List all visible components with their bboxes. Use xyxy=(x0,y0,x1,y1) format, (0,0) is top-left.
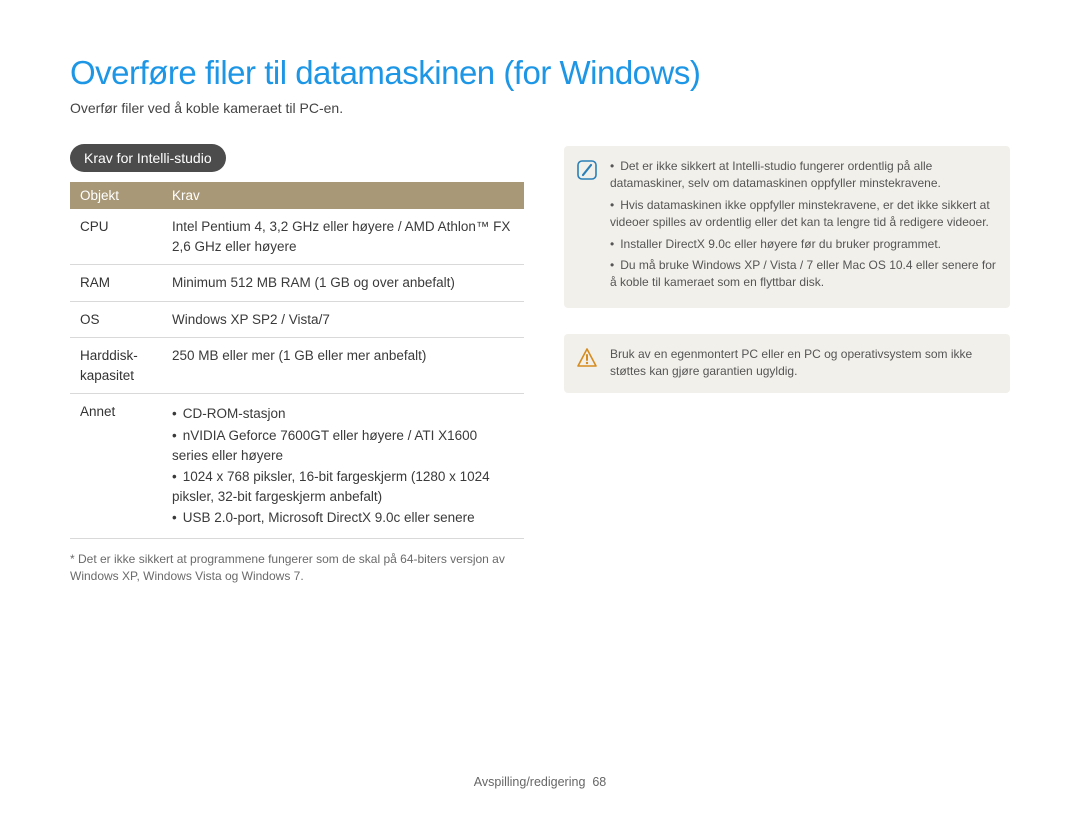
list-item: Det er ikke sikkert at Intelli-studio fu… xyxy=(610,158,996,193)
list-item: Hvis datamaskinen ikke oppfyller minstek… xyxy=(610,197,996,232)
cell-krav: Intel Pentium 4, 3,2 GHz eller høyere / … xyxy=(162,209,524,265)
right-column: Det er ikke sikkert at Intelli-studio fu… xyxy=(564,144,1010,584)
list-item: USB 2.0-port, Microsoft DirectX 9.0c ell… xyxy=(172,508,514,528)
content-columns: Krav for Intelli-studio Objekt Krav CPU … xyxy=(70,144,1010,584)
th-objekt: Objekt xyxy=(70,182,162,209)
footer-page-number: 68 xyxy=(592,775,606,789)
requirements-table: Objekt Krav CPU Intel Pentium 4, 3,2 GHz… xyxy=(70,182,524,539)
table-row: Harddisk-kapasitet 250 MB eller mer (1 G… xyxy=(70,338,524,394)
page-subtitle: Overfør filer ved å koble kameraet til P… xyxy=(70,100,1010,116)
info-icon xyxy=(576,159,598,181)
list-item: nVIDIA Geforce 7600GT eller høyere / ATI… xyxy=(172,426,514,465)
cell-krav: Minimum 512 MB RAM (1 GB og over anbefal… xyxy=(162,265,524,302)
cell-krav: Windows XP SP2 / Vista/7 xyxy=(162,301,524,338)
table-row: RAM Minimum 512 MB RAM (1 GB og over anb… xyxy=(70,265,524,302)
info-note-list: Det er ikke sikkert at Intelli-studio fu… xyxy=(610,158,996,296)
cell-objekt: OS xyxy=(70,301,162,338)
cell-objekt: CPU xyxy=(70,209,162,265)
footer-section: Avspilling/redigering xyxy=(474,775,586,789)
cell-krav: 250 MB eller mer (1 GB eller mer anbefal… xyxy=(162,338,524,394)
list-item: 1024 x 768 piksler, 16-bit fargeskjerm (… xyxy=(172,467,514,506)
page-title: Overføre filer til datamaskinen (for Win… xyxy=(70,54,1010,92)
table-row: OS Windows XP SP2 / Vista/7 xyxy=(70,301,524,338)
footnote: * Det er ikke sikkert at programmene fun… xyxy=(70,551,524,585)
info-note: Det er ikke sikkert at Intelli-studio fu… xyxy=(564,146,1010,308)
table-row: CPU Intel Pentium 4, 3,2 GHz eller høyer… xyxy=(70,209,524,265)
list-item: Du må bruke Windows XP / Vista / 7 eller… xyxy=(610,257,996,292)
warning-text: Bruk av en egenmontert PC eller en PC og… xyxy=(610,346,996,381)
th-krav: Krav xyxy=(162,182,524,209)
cell-objekt: RAM xyxy=(70,265,162,302)
cell-krav: CD-ROM-stasjon nVIDIA Geforce 7600GT ell… xyxy=(162,394,524,538)
section-heading: Krav for Intelli-studio xyxy=(70,144,226,172)
table-row: Annet CD-ROM-stasjon nVIDIA Geforce 7600… xyxy=(70,394,524,538)
list-item: Installer DirectX 9.0c eller høyere før … xyxy=(610,236,996,253)
left-column: Krav for Intelli-studio Objekt Krav CPU … xyxy=(70,144,524,584)
cell-objekt: Annet xyxy=(70,394,162,538)
warning-note: Bruk av en egenmontert PC eller en PC og… xyxy=(564,334,1010,393)
list-item: CD-ROM-stasjon xyxy=(172,404,514,424)
page-footer: Avspilling/redigering 68 xyxy=(0,775,1080,789)
warning-icon xyxy=(576,347,598,369)
cell-objekt: Harddisk-kapasitet xyxy=(70,338,162,394)
